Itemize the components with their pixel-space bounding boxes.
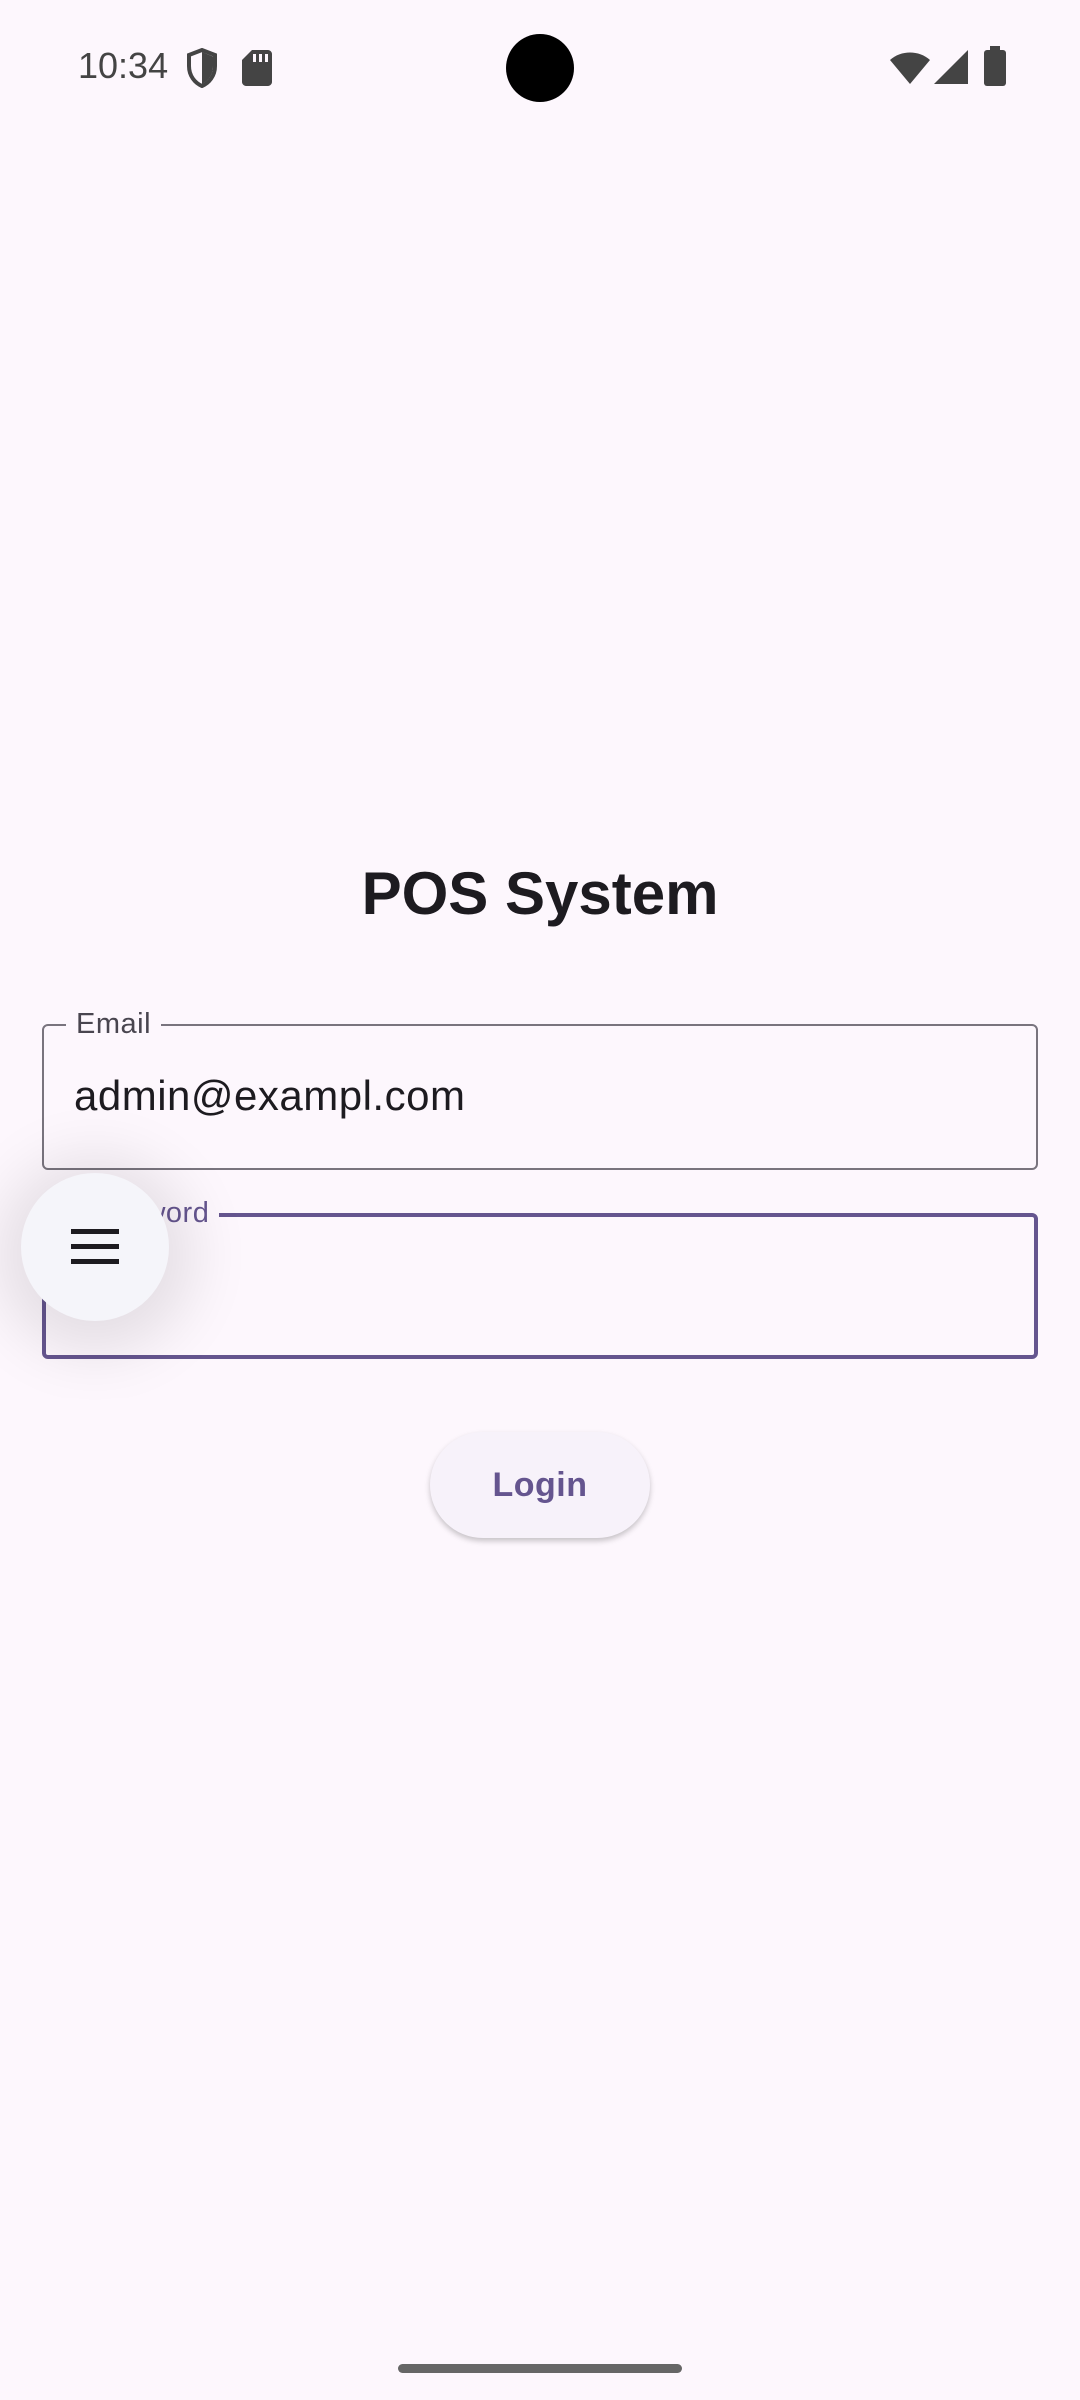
battery-icon bbox=[984, 46, 1006, 86]
cellular-signal-icon bbox=[934, 50, 968, 84]
page-title: POS System bbox=[361, 860, 719, 927]
camera-cutout bbox=[506, 34, 574, 102]
login-screen: 10:34 POS System Email Passwor bbox=[0, 0, 1080, 2400]
sd-card-icon bbox=[242, 50, 272, 86]
gesture-navigation-bar[interactable] bbox=[398, 2364, 682, 2373]
status-bar: 10:34 bbox=[0, 0, 1080, 136]
email-field[interactable]: Email bbox=[42, 1007, 1038, 1170]
login-button[interactable]: Login bbox=[430, 1432, 650, 1538]
password-input[interactable] bbox=[76, 1253, 996, 1317]
shield-icon bbox=[187, 48, 217, 88]
status-time: 10:34 bbox=[78, 45, 169, 86]
wifi-icon bbox=[890, 52, 930, 84]
email-input[interactable] bbox=[74, 1064, 994, 1128]
menu-button[interactable] bbox=[21, 1173, 169, 1321]
menu-icon bbox=[71, 1229, 119, 1264]
email-label: Email bbox=[66, 1007, 162, 1041]
password-field[interactable]: Password bbox=[42, 1196, 1038, 1359]
